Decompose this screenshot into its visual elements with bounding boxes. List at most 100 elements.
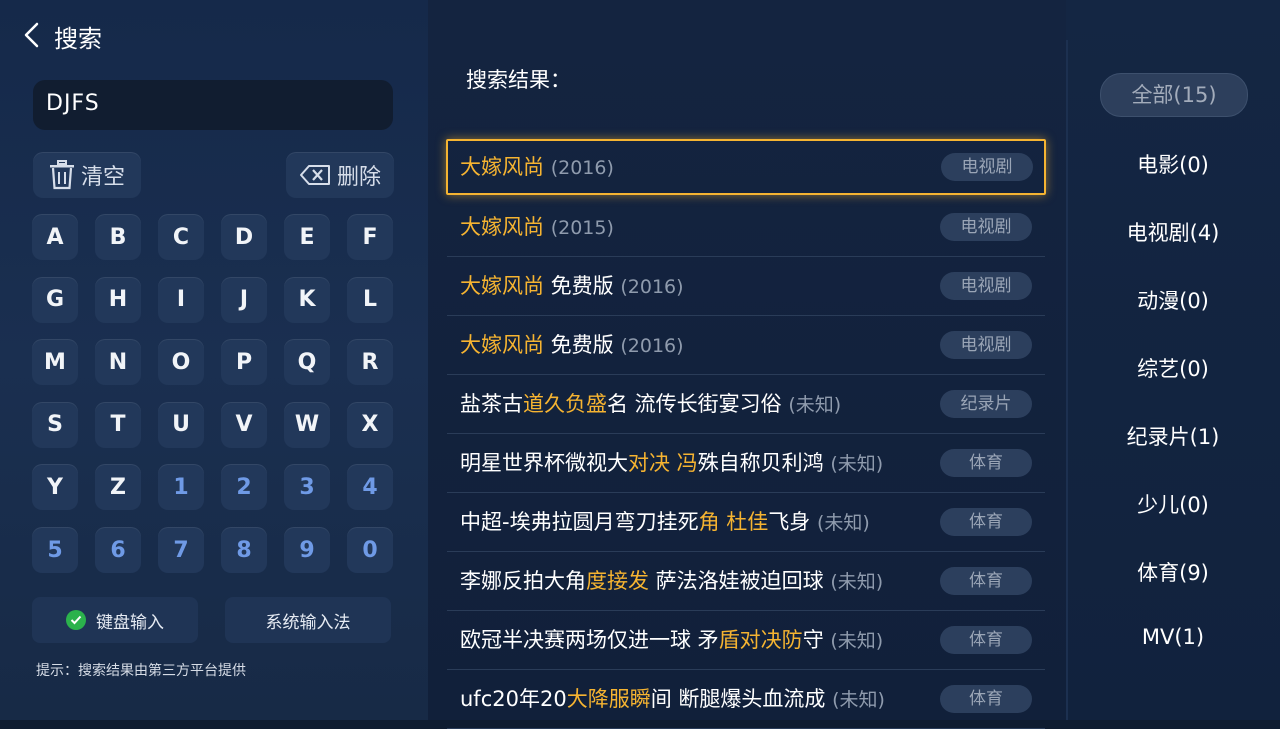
result-title: 中超-埃弗拉圆月弯刀挂死角 杜佳飞身 (未知) — [460, 493, 870, 551]
key-k[interactable]: K — [284, 276, 330, 323]
result-item[interactable]: 中超-埃弗拉圆月弯刀挂死角 杜佳飞身 (未知) 体育 — [447, 493, 1045, 552]
key-c[interactable]: C — [158, 214, 204, 260]
category-item[interactable]: 纪录片(1) — [1080, 421, 1266, 451]
key-t[interactable]: T — [95, 401, 141, 448]
result-title-text: 欧冠半决赛两场仅进一球 矛 — [460, 628, 719, 652]
result-title: 李娜反拍大角度接发 萨法洛娃被迫回球 (未知) — [460, 552, 883, 610]
result-item[interactable]: 盐茶古道久负盛名 流传长街宴习俗 (未知) 纪录片 — [447, 375, 1045, 434]
result-year: (2016) — [550, 157, 614, 179]
key-5[interactable]: 5 — [32, 527, 78, 573]
key-h[interactable]: H — [95, 276, 141, 323]
key-4[interactable]: 4 — [347, 464, 393, 511]
keyboard-input-label: 键盘输入 — [96, 612, 164, 633]
key-g[interactable]: G — [32, 276, 78, 323]
delete-button[interactable]: 删除 — [286, 152, 394, 198]
key-i[interactable]: I — [158, 276, 204, 323]
result-type-badge: 体育 — [940, 685, 1032, 713]
result-item[interactable]: 欧冠半决赛两场仅进一球 矛盾对决防守 (未知) 体育 — [447, 611, 1045, 670]
category-all[interactable]: 全部(15) — [1100, 73, 1248, 117]
trash-icon — [49, 160, 75, 190]
result-title: 欧冠半决赛两场仅进一球 矛盾对决防守 (未知) — [460, 611, 883, 669]
result-title: 明星世界杯微视大对决 冯殊自称贝利鸿 (未知) — [460, 434, 883, 492]
result-title: ufc20年20大降服瞬间 断腿爆头血流成 (未知) — [460, 670, 885, 728]
category-item[interactable]: MV(1) — [1080, 625, 1266, 649]
result-year: (未知) — [830, 571, 884, 593]
key-x[interactable]: X — [347, 401, 393, 448]
key-6[interactable]: 6 — [95, 527, 141, 573]
key-2[interactable]: 2 — [221, 464, 267, 511]
system-input-label: 系统输入法 — [265, 612, 351, 633]
search-query: DJFS — [46, 91, 100, 116]
key-1[interactable]: 1 — [158, 464, 204, 511]
result-title-text: 间 断腿爆头血流成 — [650, 687, 826, 711]
panel-divider — [1066, 40, 1068, 720]
key-p[interactable]: P — [221, 339, 267, 386]
key-d[interactable]: D — [221, 214, 267, 260]
result-title: 大嫁风尚 (2015) — [460, 198, 614, 256]
key-f[interactable]: F — [347, 214, 393, 260]
category-item[interactable]: 综艺(0) — [1080, 353, 1266, 383]
key-7[interactable]: 7 — [158, 527, 204, 573]
category-item[interactable]: 动漫(0) — [1080, 285, 1266, 315]
key-v[interactable]: V — [221, 401, 267, 448]
result-title: 大嫁风尚 免费版 (2016) — [460, 257, 684, 315]
key-w[interactable]: W — [284, 401, 330, 448]
key-3[interactable]: 3 — [284, 464, 330, 511]
result-title-highlight: 道久负盛 — [523, 392, 607, 416]
category-item[interactable]: 体育(9) — [1080, 557, 1266, 587]
category-item[interactable]: 少儿(0) — [1080, 489, 1266, 519]
key-9[interactable]: 9 — [284, 527, 330, 573]
key-z[interactable]: Z — [95, 464, 141, 511]
category-item[interactable]: 电影(0) — [1080, 149, 1266, 179]
key-e[interactable]: E — [284, 214, 330, 260]
result-title-text: 李娜反拍大角 — [460, 569, 586, 593]
key-y[interactable]: Y — [32, 464, 78, 511]
result-title-highlight: 大嫁风尚 — [460, 215, 544, 239]
clear-button[interactable]: 清空 — [33, 152, 141, 198]
key-0[interactable]: 0 — [347, 527, 393, 573]
result-year: (2015) — [550, 217, 614, 239]
system-input-button[interactable]: 系统输入法 — [225, 597, 391, 643]
key-j[interactable]: J — [221, 276, 267, 323]
key-b[interactable]: B — [95, 214, 141, 260]
result-year: (未知) — [832, 689, 885, 711]
result-item[interactable]: 明星世界杯微视大对决 冯殊自称贝利鸿 (未知) 体育 — [447, 434, 1045, 493]
keyboard-input-button[interactable]: 键盘输入 — [32, 597, 198, 643]
category-item[interactable]: 电视剧(4) — [1080, 217, 1266, 247]
key-r[interactable]: R — [347, 339, 393, 386]
result-year: (2016) — [620, 276, 684, 298]
result-title-highlight: 对决 冯 — [628, 451, 698, 475]
result-item[interactable]: 大嫁风尚 (2016) 电视剧 — [446, 139, 1046, 195]
result-item[interactable]: 李娜反拍大角度接发 萨法洛娃被迫回球 (未知) 体育 — [447, 552, 1045, 611]
result-title-text: 萨法洛娃被迫回球 — [649, 569, 824, 593]
result-title-text: 盐茶古 — [460, 392, 523, 416]
result-title-highlight: 角 杜佳 — [698, 510, 769, 534]
key-l[interactable]: L — [347, 276, 393, 323]
result-title-text: 守 — [802, 628, 824, 652]
backspace-icon — [299, 164, 331, 186]
key-s[interactable]: S — [32, 401, 78, 448]
result-title: 盐茶古道久负盛名 流传长街宴习俗 (未知) — [460, 375, 841, 433]
key-m[interactable]: M — [32, 339, 78, 386]
key-u[interactable]: U — [158, 401, 204, 448]
key-8[interactable]: 8 — [221, 527, 267, 573]
result-type-badge: 体育 — [940, 449, 1032, 477]
result-title-text: 免费版 — [544, 333, 614, 357]
result-title-text: 中超-埃弗拉圆月弯刀挂死 — [460, 510, 699, 534]
key-q[interactable]: Q — [284, 339, 330, 386]
back-arrow-icon[interactable] — [22, 22, 42, 48]
result-item[interactable]: 大嫁风尚 免费版 (2016) 电视剧 — [447, 316, 1045, 375]
result-type-badge: 电视剧 — [940, 331, 1032, 359]
result-title-highlight: 大降服瞬 — [566, 687, 651, 711]
result-title-highlight: 大嫁风尚 — [460, 155, 544, 179]
result-year: (未知) — [830, 630, 884, 652]
key-o[interactable]: O — [158, 339, 204, 386]
result-title-highlight: 盾对决防 — [718, 628, 803, 652]
result-item[interactable]: ufc20年20大降服瞬间 断腿爆头血流成 (未知) 体育 — [447, 670, 1045, 729]
result-item[interactable]: 大嫁风尚 免费版 (2016) 电视剧 — [447, 257, 1045, 316]
key-a[interactable]: A — [32, 214, 78, 260]
delete-label: 删除 — [336, 165, 381, 190]
key-n[interactable]: N — [95, 339, 141, 386]
result-title-text: ufc20年20 — [460, 687, 567, 711]
result-item[interactable]: 大嫁风尚 (2015) 电视剧 — [447, 198, 1045, 257]
